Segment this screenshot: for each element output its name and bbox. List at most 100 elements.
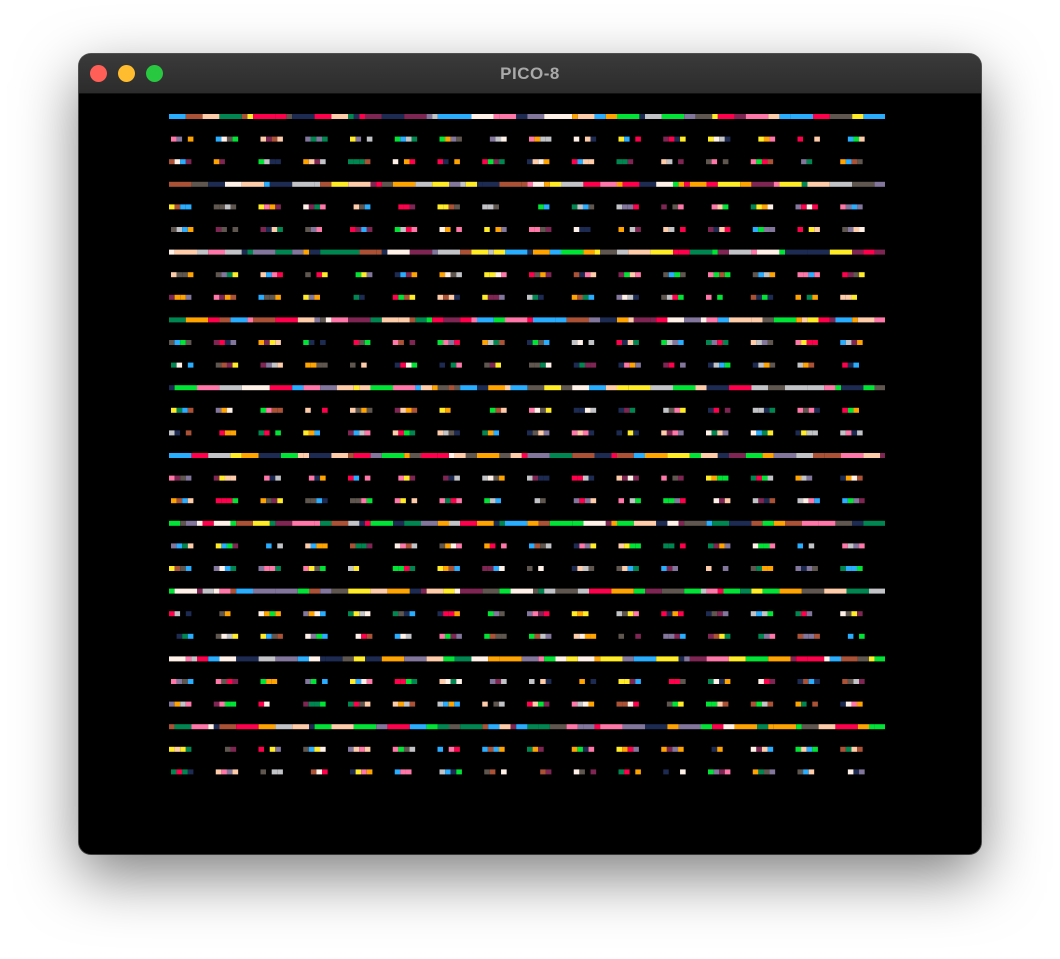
pixel-block [303,430,309,436]
pixel-block [445,272,451,278]
pixel-block [534,633,541,639]
pixel-block [398,159,404,165]
pixel-block [489,769,496,775]
pixel-block [600,724,623,730]
pixel-block [169,430,175,436]
pixel-block [706,475,712,481]
pixel-block [359,294,365,300]
pixel-block [353,701,360,707]
pixel-block [824,385,836,391]
pixel-block [851,566,858,571]
pixel-block [320,294,326,300]
pixel-block [618,769,625,775]
pixel-block [616,566,623,571]
pixel-block [835,385,841,391]
pixel-block [230,430,237,436]
pixel-block [717,249,729,255]
pixel-block [661,588,685,594]
pixel-block [724,407,731,413]
pixel-block [629,407,636,413]
pixel-block [411,633,418,639]
pixel-block [495,407,502,413]
pixel-block [584,498,591,504]
pixel-block [331,114,349,119]
pixel-block [812,294,818,300]
pixel-block [845,611,852,617]
pixel-block [305,272,311,278]
pixel-block [751,385,769,391]
pixel-block [840,159,846,165]
pixel-block [398,204,404,210]
pixel-block [215,227,222,232]
pixel-block [538,340,544,345]
pixel-block [588,475,595,481]
pixel-block [403,746,410,752]
pixel-block [571,294,578,300]
pixel-block [708,633,714,639]
pixel-block [484,227,490,232]
pixel-block [628,249,651,255]
pixel-block [573,136,580,142]
pixel-block [796,724,802,730]
pixel-block [432,317,444,323]
pixel-block [797,407,804,413]
pixel-block [510,588,533,594]
pixel-block [236,656,259,662]
pixel-block [763,498,770,504]
pixel-block [806,475,813,481]
pixel-block [756,566,762,571]
pixel-block [482,588,500,594]
pixel-block [180,746,186,752]
pixel-block [355,543,362,549]
pixel-block [635,407,641,413]
pixel-block [460,317,472,323]
pixel-block [616,746,623,752]
pixel-block [711,701,718,707]
pixel-block [219,340,225,345]
pixel-block [322,498,328,504]
game-screen[interactable] [79,94,981,854]
pixel-block [717,159,723,165]
pixel-block [674,272,681,278]
pixel-block [260,407,267,413]
pixel-block [549,724,567,730]
pixel-block [801,724,819,730]
pixel-block [769,362,776,368]
pixel-block [624,407,630,413]
pixel-block [364,611,371,617]
pixel-block [857,430,863,436]
pixel-block [269,294,276,300]
pixel-block [392,159,399,165]
pixel-block [456,679,462,684]
pixel-block [750,611,757,617]
pixel-block [443,317,461,323]
pixel-block [353,340,360,345]
pixel-block [322,227,328,232]
pixel-block [484,769,490,775]
pixel-block [845,159,852,165]
pixel-block [801,588,825,594]
pixel-block [666,430,673,436]
pixel-block [286,114,293,119]
pixel-block [505,317,528,323]
pixel-block [806,204,813,210]
pixel-block [851,159,858,165]
pixel-block [258,724,276,730]
pixel-block [590,633,597,639]
pixel-block [590,362,597,368]
pixel-block [534,498,541,504]
pixel-block [713,679,720,684]
pixel-block [185,611,192,617]
title-bar[interactable]: PICO-8 [79,54,981,94]
pixel-block [674,679,681,684]
pixel-block [678,430,684,436]
pixel-block [756,340,762,345]
pixel-block [426,724,438,730]
pixel-block [624,272,630,278]
pixel-block [729,453,746,458]
dashed-pixel-row [169,701,863,707]
pixel-block [174,204,181,210]
pixel-block [571,159,578,165]
pixel-block [829,181,853,187]
pixel-block [762,453,774,458]
